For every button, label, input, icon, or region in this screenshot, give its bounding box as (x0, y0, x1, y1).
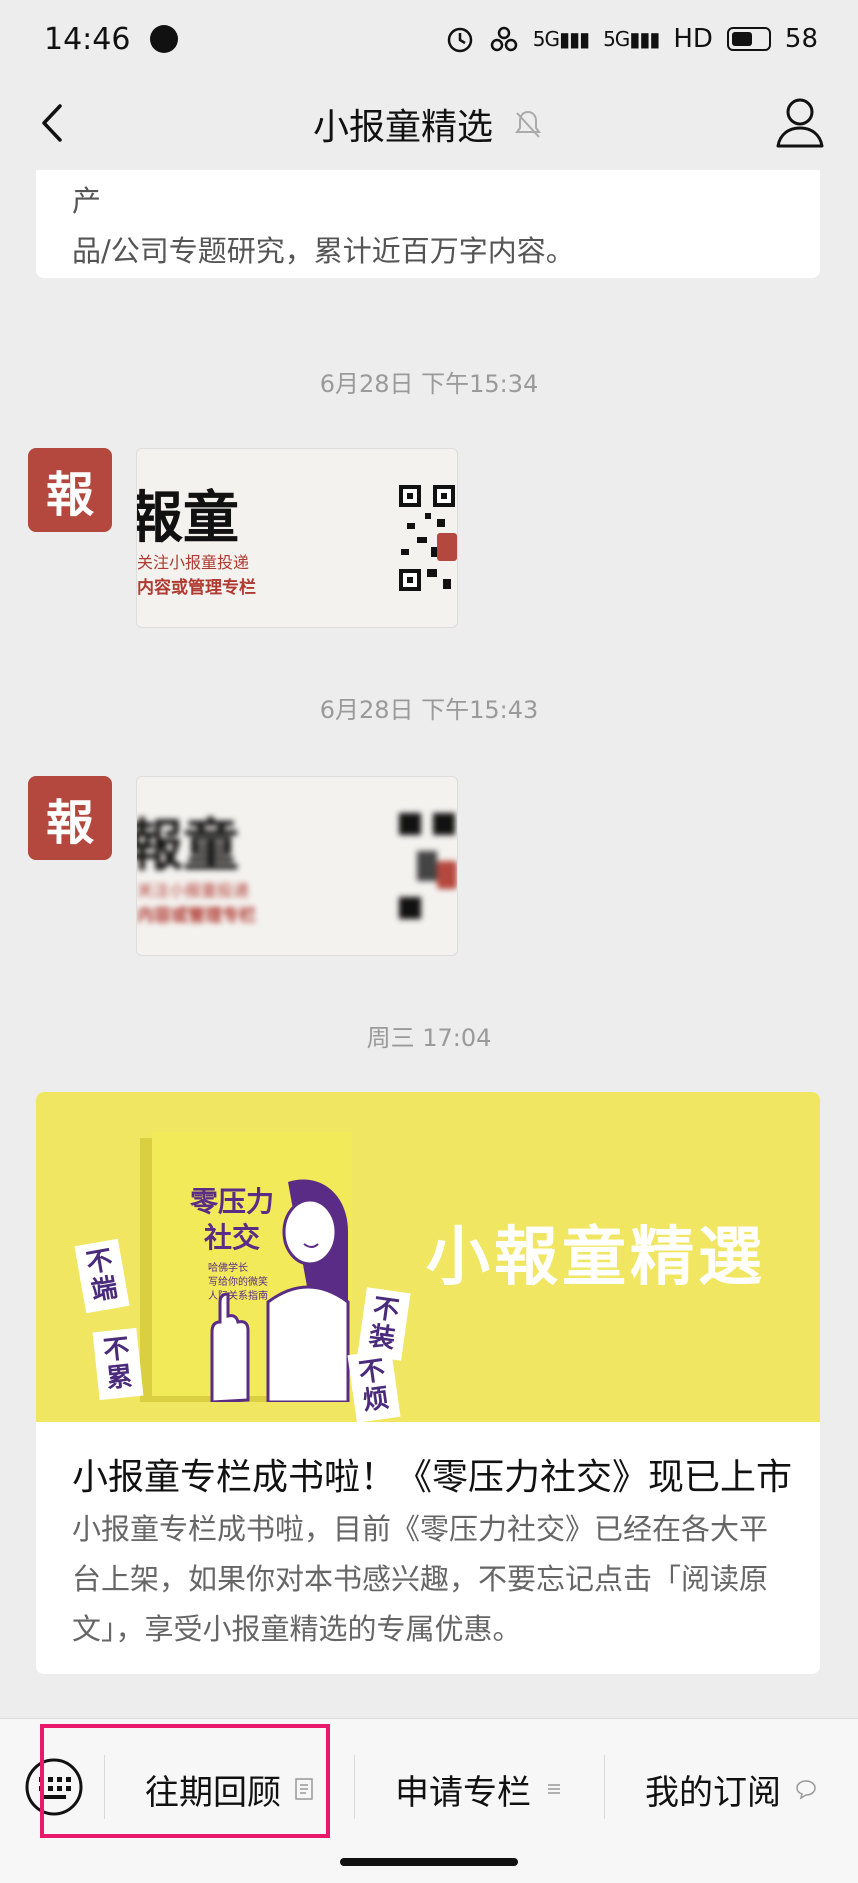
tag-bu-fan: 不烦 (347, 1349, 401, 1423)
avatar[interactable]: 報 (28, 776, 112, 860)
signal-2-label: 5G (603, 27, 630, 51)
image-message-1-line-1: 关注小报童投递 (137, 553, 250, 572)
alarm-icon (447, 27, 473, 53)
title-bar: 小报童精选 (0, 78, 858, 170)
image-message-2[interactable]: 報童 关注小报童投递 内容或管理专栏 (136, 776, 458, 956)
highlight-box (40, 1724, 330, 1838)
menu-item-apply-column-label: 申请专栏 (395, 1772, 531, 1813)
menu-item-my-subscriptions-label: 我的订阅 (645, 1772, 781, 1813)
article-title: 小报童专栏成书啦！《零压力社交》现已上市 (72, 1457, 793, 1498)
title-wrap: 小报童精选 (313, 98, 545, 150)
status-right: 5G▮▮▮ 5G▮▮▮ HD 58 (445, 24, 818, 54)
signal-1-label: 5G (532, 27, 560, 51)
notification-dot-icon (150, 25, 179, 53)
back-icon[interactable] (34, 98, 74, 148)
image-message-1[interactable]: 報童 关注小报童投递 内容或管理专栏 (136, 448, 458, 628)
image-message-1-line-2: 内容或管理专栏 (137, 578, 256, 598)
qr-code-icon (399, 813, 457, 919)
home-indicator[interactable] (340, 1858, 518, 1866)
intro-line-2: 品/公司专题研究，累计近百万字内容。 (72, 234, 575, 268)
menu-item-my-subscriptions[interactable]: 我的订阅 (604, 1759, 858, 1819)
cover-logo: 小報童精選 (426, 1221, 766, 1295)
battery-icon (726, 27, 771, 51)
article-description: 小报童专栏成书啦，目前《零压力社交》已经在各大平台上架，如果你对本书感兴趣，不要… (72, 1512, 769, 1646)
list-icon (548, 1784, 560, 1794)
avatar[interactable]: 報 (28, 448, 112, 532)
mute-bell-icon (515, 110, 541, 138)
waving-hand-icon (210, 1292, 250, 1402)
battery-level: 58 (784, 24, 818, 54)
signal-2: 5G▮▮▮ (603, 27, 660, 51)
book-cover: 零压力 社交 哈佛学长 写给你的微笑 人际关系指南 (152, 1132, 352, 1402)
profile-icon[interactable] (774, 92, 826, 152)
tag-bu-lei: 不累 (92, 1327, 144, 1401)
hd-label: HD (673, 24, 713, 54)
timestamp-2: 6月28日 下午15:43 (319, 696, 539, 724)
image-message-2-heading: 報童 (136, 814, 239, 879)
article-card[interactable]: 零压力 社交 哈佛学长 写给你的微笑 人际关系指南 不端 不累 不装 不烦 小報… (36, 1092, 820, 1674)
qr-code-icon (399, 485, 457, 591)
image-message-2-line-1: 关注小报童投递 (137, 881, 250, 900)
menu-item-apply-column[interactable]: 申请专栏 (354, 1759, 604, 1819)
page-title: 小报童精选 (312, 107, 493, 148)
article-cover-image: 零压力 社交 哈佛学长 写给你的微笑 人际关系指南 不端 不累 不装 不烦 小報… (36, 1092, 820, 1423)
image-message-2-line-2: 内容或管理专栏 (137, 906, 256, 926)
timestamp-1: 6月28日 下午15:34 (319, 370, 539, 398)
person-illustration-icon (266, 1179, 350, 1402)
image-message-1-heading: 報童 (136, 486, 239, 551)
chat-bubble-icon (796, 1780, 816, 1800)
status-left: 14:46 (44, 21, 179, 57)
hotspot-icon (490, 26, 518, 52)
timestamp-3: 周三 17:04 (366, 1024, 492, 1052)
tag-bu-duan: 不端 (74, 1238, 130, 1314)
signal-1: 5G▮▮▮ (532, 27, 590, 51)
status-time: 14:46 (44, 21, 131, 57)
status-bar: 14:46 5G▮▮▮ 5G▮▮▮ HD 58 (0, 0, 858, 78)
